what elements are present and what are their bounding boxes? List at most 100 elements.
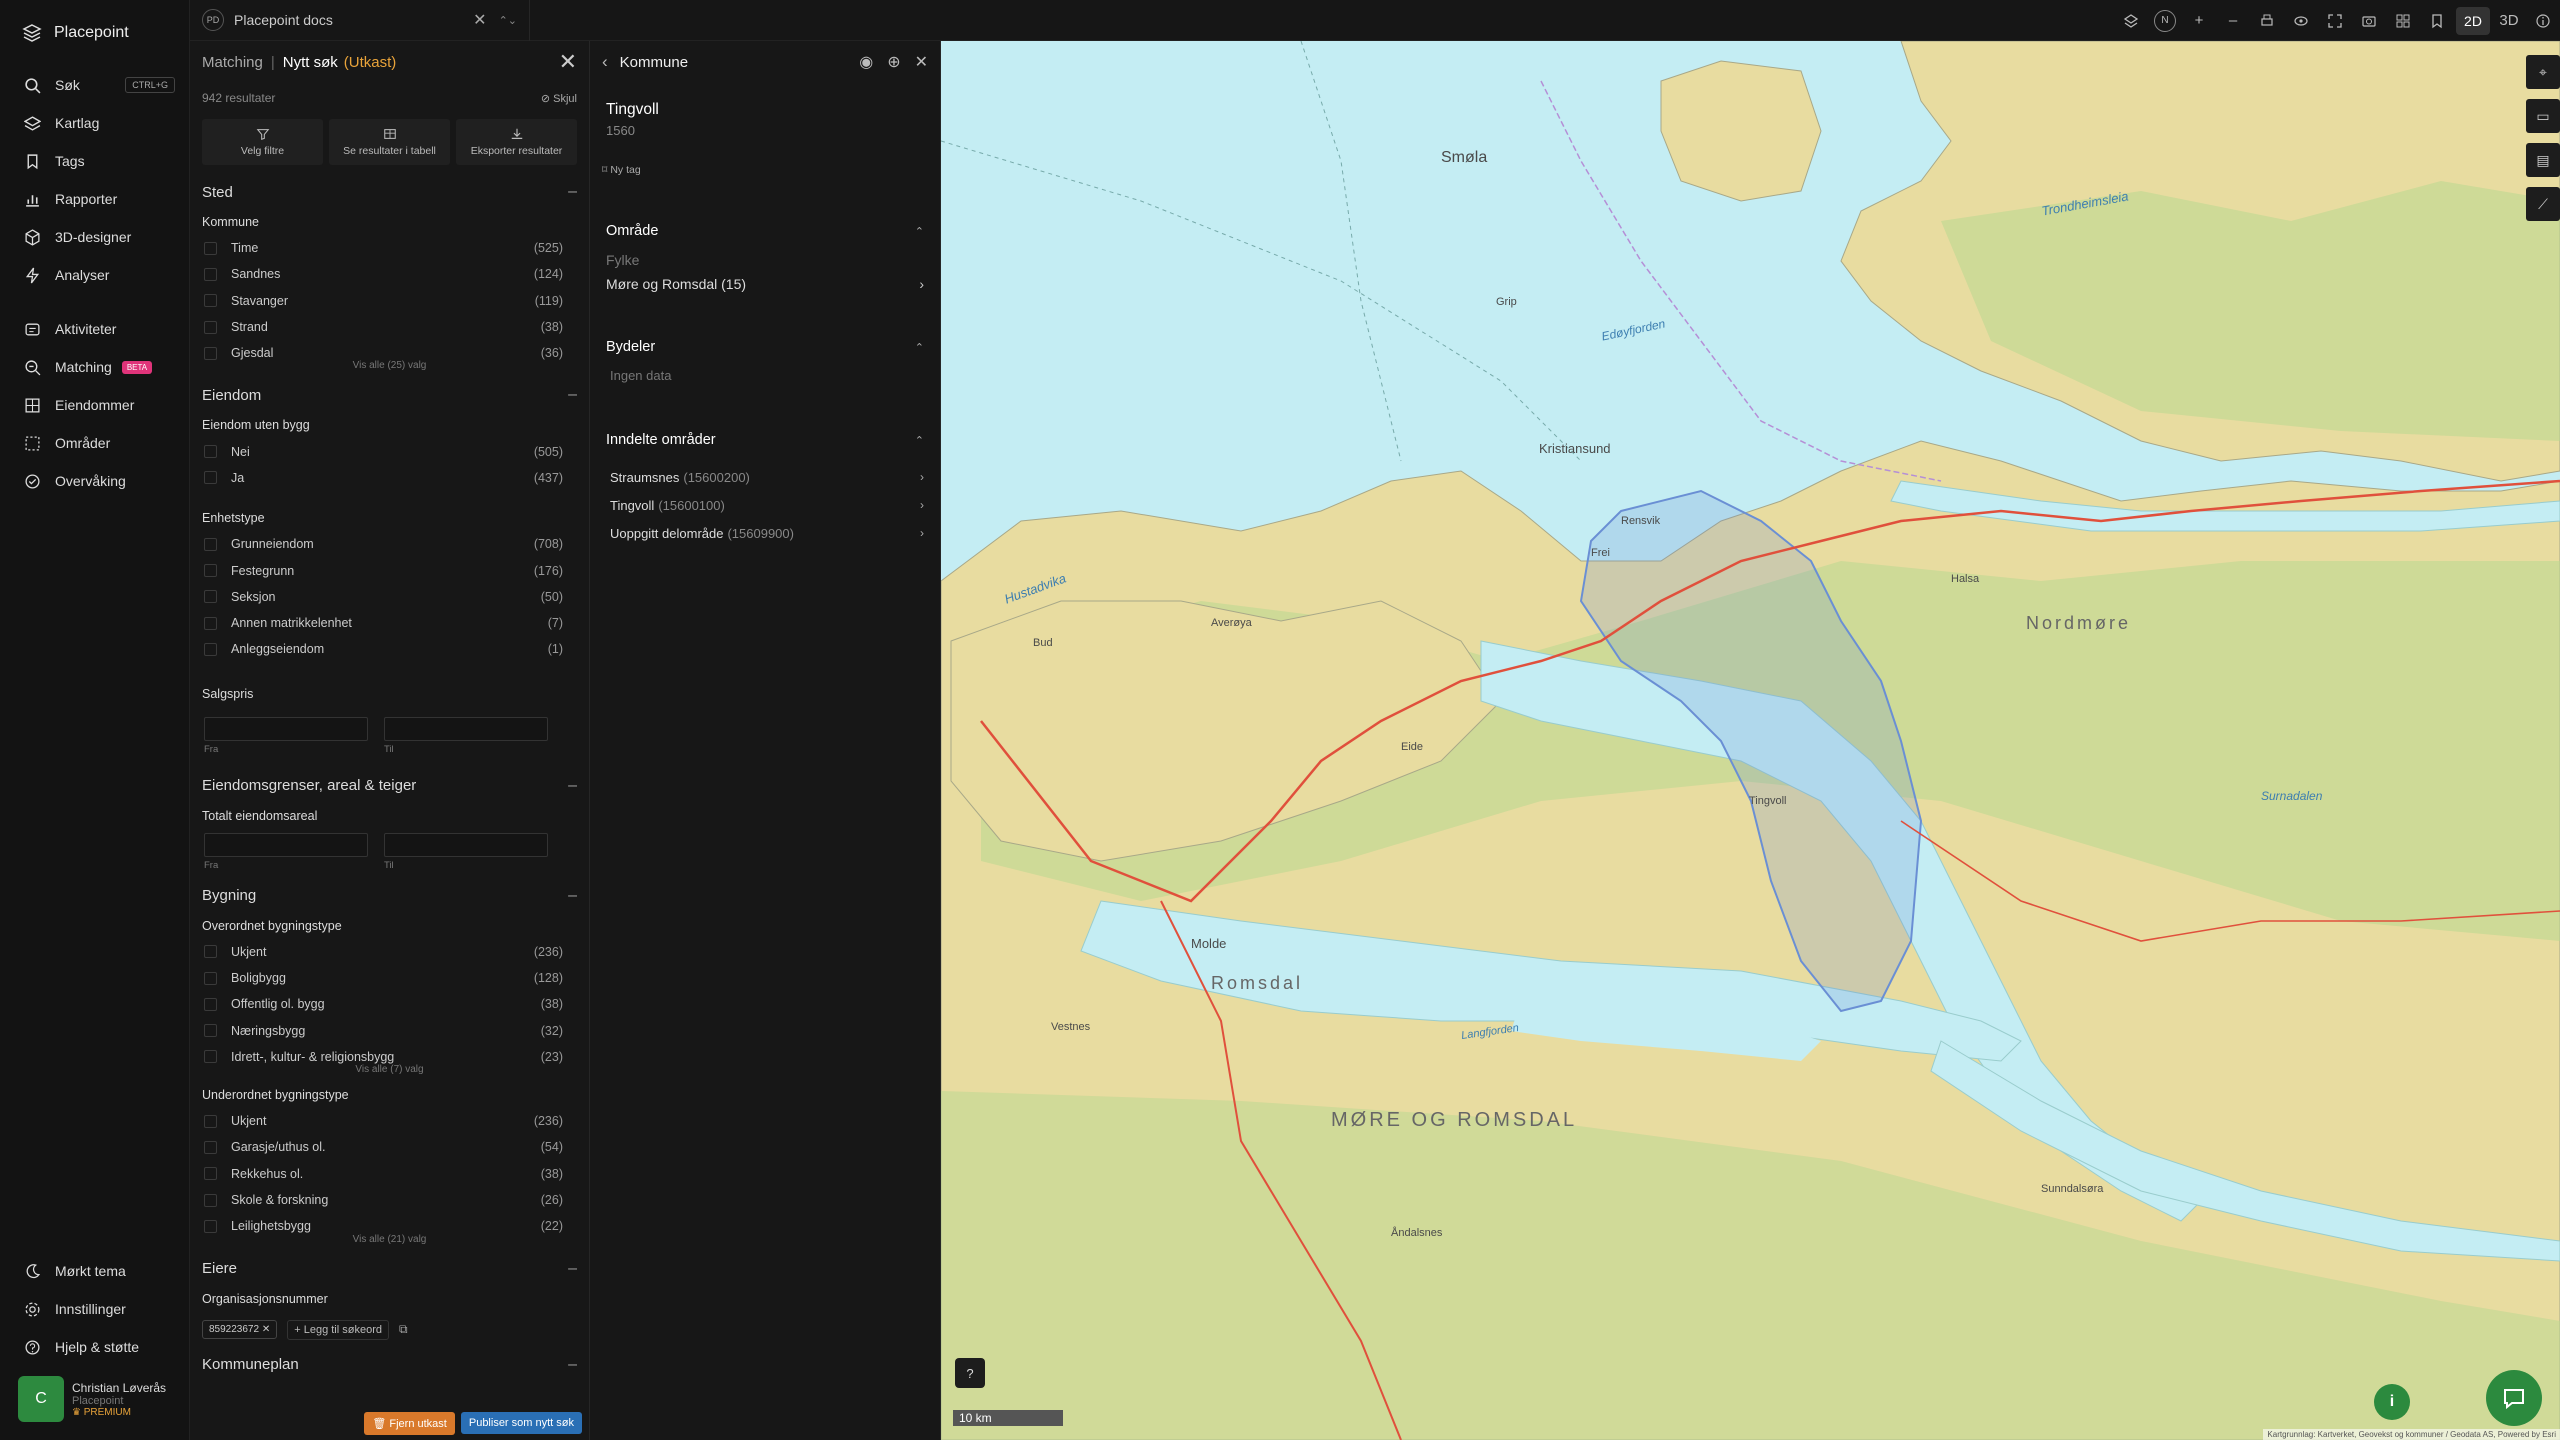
- layers-stack-icon[interactable]: [2114, 0, 2148, 41]
- fylke-link[interactable]: Møre og Romsdal (15) ›: [590, 268, 940, 292]
- view-table-button[interactable]: Se resultater i tabell: [329, 119, 450, 165]
- info-button[interactable]: i: [2374, 1384, 2410, 1420]
- zoom-out-button[interactable]: –: [2216, 0, 2250, 41]
- user-profile[interactable]: C Christian Løverås Placepoint ♛ PREMIUM: [0, 1366, 190, 1440]
- filter-option-enhetstype[interactable]: Seksjon (50): [190, 584, 589, 610]
- checkbox[interactable]: [204, 971, 217, 985]
- new-tag-button[interactable]: ⌑ Ny tag: [590, 138, 940, 176]
- filter-option-enhetstype[interactable]: Annen matrikkelenhet (7): [190, 610, 589, 636]
- app-logo[interactable]: Placepoint: [0, 0, 189, 66]
- nav-item-overvaking[interactable]: Overvåking: [0, 462, 189, 500]
- checkbox[interactable]: [204, 471, 217, 485]
- show-all-link[interactable]: Vis alle (25) valg: [190, 360, 589, 378]
- hide-button[interactable]: ⊘ Skjul: [541, 92, 577, 105]
- fullscreen-icon[interactable]: [2318, 0, 2352, 41]
- mode-2d-button[interactable]: 2D: [2456, 6, 2490, 35]
- filter-option-underordnet[interactable]: Rekkehus ol. (38): [190, 1161, 589, 1187]
- checkbox[interactable]: [204, 642, 217, 656]
- areal-from-input[interactable]: [204, 832, 368, 857]
- filter-option-enhetstype[interactable]: Anleggseiendom (1): [190, 636, 589, 662]
- filter-option-enhetstype[interactable]: Festegrunn (176): [190, 557, 589, 583]
- org-chip[interactable]: 859223672 ✕: [202, 1320, 278, 1340]
- areal-to-input[interactable]: [384, 832, 548, 857]
- measure-icon[interactable]: ▭: [2526, 99, 2560, 133]
- checkbox[interactable]: [204, 241, 217, 255]
- filter-option-overordnet[interactable]: Ukjent (236): [190, 939, 589, 965]
- nav-item-aktiviteter[interactable]: Aktiviteter: [0, 310, 189, 348]
- checkbox[interactable]: [204, 997, 217, 1011]
- grid-icon[interactable]: [2386, 0, 2420, 41]
- nav-item-help[interactable]: Hjelp & støtte: [0, 1328, 190, 1366]
- export-button[interactable]: Eksporter resultater: [456, 119, 577, 165]
- nav-item-tags[interactable]: Tags: [0, 142, 189, 180]
- section-bygning[interactable]: Bygning –: [190, 879, 589, 913]
- profile-icon[interactable]: ⟋: [2526, 187, 2560, 221]
- checkbox[interactable]: [204, 1219, 217, 1233]
- filter-option-underordnet[interactable]: Skole & forskning (26): [190, 1187, 589, 1213]
- subarea-row[interactable]: Uoppgitt delområde (15609900) ›: [590, 519, 940, 547]
- help-button[interactable]: ?: [955, 1358, 985, 1388]
- checkbox[interactable]: [204, 1167, 217, 1181]
- show-all-link[interactable]: Vis alle (7) valg: [190, 1064, 589, 1082]
- checkbox[interactable]: [204, 945, 217, 959]
- collapse-icon[interactable]: –: [568, 1260, 577, 1278]
- filter-option-kommune[interactable]: Time (525): [190, 235, 589, 261]
- filter-option-underordnet[interactable]: Garasje/uthus ol. (54): [190, 1134, 589, 1160]
- collapse-icon[interactable]: –: [568, 183, 577, 201]
- collapse-icon[interactable]: –: [568, 386, 577, 404]
- section-sted[interactable]: Sted –: [190, 175, 589, 209]
- checkbox[interactable]: [204, 1050, 217, 1064]
- filter-option-uten-bygg[interactable]: Ja (437): [190, 465, 589, 491]
- filter-option-overordnet[interactable]: Offentlig ol. bygg (38): [190, 991, 589, 1017]
- chevron-up-icon[interactable]: ⌃: [915, 225, 924, 238]
- section-bydeler[interactable]: Bydeler ⌃: [590, 332, 940, 362]
- checkbox[interactable]: [204, 616, 217, 630]
- checkbox[interactable]: [204, 564, 217, 578]
- mode-3d-button[interactable]: 3D: [2492, 0, 2526, 41]
- checkbox[interactable]: [204, 320, 217, 334]
- checkbox[interactable]: [204, 537, 217, 551]
- remove-draft-button[interactable]: 🗑 Fjern utkast: [364, 1411, 455, 1435]
- checkbox[interactable]: [204, 1193, 217, 1207]
- back-icon[interactable]: ‹: [602, 52, 608, 72]
- map-view[interactable]: Smøla Kristiansund Molde Romsdal MØRE OG…: [941, 41, 2560, 1440]
- checkbox[interactable]: [204, 294, 217, 308]
- filter-option-kommune[interactable]: Sandnes (124): [190, 261, 589, 287]
- nav-item-analyser[interactable]: Analyser: [0, 256, 189, 294]
- section-grenser[interactable]: Eiendomsgrenser, areal & teiger –: [190, 769, 589, 803]
- bookmark-icon[interactable]: [2420, 0, 2454, 41]
- checkbox[interactable]: [204, 1024, 217, 1038]
- nav-item-eiendommer[interactable]: Eiendommer: [0, 386, 189, 424]
- add-circle-icon[interactable]: ⊕: [887, 52, 900, 72]
- nav-item-kartlag[interactable]: Kartlag: [0, 104, 189, 142]
- subarea-row[interactable]: Tingvoll (15600100) ›: [590, 491, 940, 519]
- breadcrumb-matching[interactable]: Matching: [202, 54, 263, 71]
- nav-item-matching[interactable]: Matching BETA: [0, 348, 189, 386]
- collapse-icon[interactable]: –: [568, 777, 577, 795]
- close-icon[interactable]: ✕: [915, 52, 928, 72]
- eye-icon[interactable]: ◉: [859, 52, 873, 72]
- filter-option-kommune[interactable]: Stavanger (119): [190, 288, 589, 314]
- select-filters-button[interactable]: Velg filtre: [202, 119, 323, 165]
- filter-option-overordnet[interactable]: Boligbygg (128): [190, 965, 589, 991]
- salgspris-from-input[interactable]: [204, 716, 368, 741]
- checkbox[interactable]: [204, 445, 217, 459]
- checkbox[interactable]: [204, 1140, 217, 1154]
- filter-option-enhetstype[interactable]: Grunneiendom (708): [190, 531, 589, 557]
- subarea-row[interactable]: Straumsnes (15600200) ›: [590, 463, 940, 491]
- print-icon[interactable]: [2250, 0, 2284, 41]
- chevron-updown-icon[interactable]: ⌃⌄: [499, 14, 517, 27]
- chevron-up-icon[interactable]: ⌃: [915, 434, 924, 447]
- add-keyword-button[interactable]: + Legg til søkeord: [287, 1319, 389, 1340]
- close-tab-icon[interactable]: ✕: [473, 10, 486, 30]
- checkbox[interactable]: [204, 267, 217, 281]
- nav-item-settings[interactable]: Innstillinger: [0, 1290, 190, 1328]
- salgspris-to-input[interactable]: [384, 716, 548, 741]
- zoom-in-button[interactable]: +: [2182, 0, 2216, 41]
- collapse-icon[interactable]: –: [568, 1356, 577, 1374]
- remove-chip-icon[interactable]: ✕: [259, 1324, 270, 1335]
- filter-option-overordnet[interactable]: Næringsbygg (32): [190, 1017, 589, 1043]
- section-inndelte[interactable]: Inndelte områder ⌃: [590, 425, 940, 455]
- eye-icon[interactable]: [2284, 0, 2318, 41]
- close-icon[interactable]: ✕: [559, 49, 577, 75]
